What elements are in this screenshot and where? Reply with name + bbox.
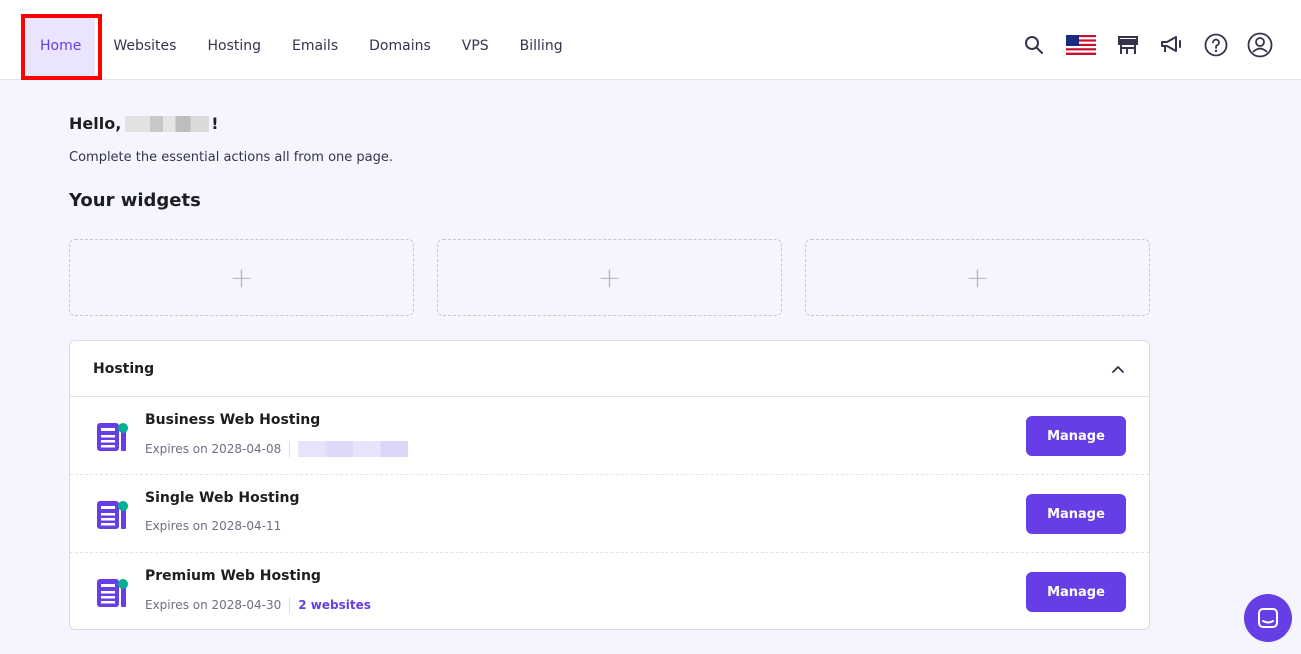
nav-item-emails[interactable]: Emails — [292, 14, 338, 80]
hosting-row: Premium Web Hosting Expires on 2028-04-3… — [70, 553, 1149, 629]
redacted-username — [125, 115, 210, 132]
nav-item-home[interactable]: Home — [26, 14, 96, 80]
add-widget-slot-3[interactable]: + — [805, 239, 1150, 316]
nav-item-hosting[interactable]: Hosting — [207, 14, 261, 80]
top-navigation: Home Websites Hosting Emails Domains VPS… — [0, 0, 1301, 80]
add-widget-slot-1[interactable]: + — [69, 239, 414, 316]
hosting-plan-name: Single Web Hosting — [145, 490, 300, 506]
expiry-date: Expires on 2028-04-30 — [145, 598, 282, 612]
hosting-card-title: Hosting — [93, 360, 155, 377]
hosting-plan-name: Premium Web Hosting — [145, 568, 321, 584]
store-icon[interactable] — [1115, 32, 1141, 58]
manage-button[interactable]: Manage — [1026, 572, 1126, 612]
redacted-domain — [298, 441, 409, 457]
hosting-plan-meta: Expires on 2028-04-30 2 websites — [145, 597, 371, 613]
add-widget-slot-2[interactable]: + — [437, 239, 782, 316]
widgets-title: Your widgets — [69, 190, 201, 211]
nav-item-vps[interactable]: VPS — [462, 14, 489, 80]
page-subtitle: Complete the essential actions all from … — [69, 150, 394, 165]
expiry-date: Expires on 2028-04-11 — [145, 519, 282, 533]
greeting-prefix: Hello, — [69, 114, 122, 133]
chat-icon — [1258, 608, 1278, 628]
hosting-row: Business Web Hosting Expires on 2028-04-… — [70, 397, 1149, 475]
hosting-plan-meta: Expires on 2028-04-11 — [145, 519, 281, 533]
plus-icon: + — [965, 260, 990, 294]
nav-item-websites[interactable]: Websites — [113, 14, 176, 80]
hosting-plan-icon — [97, 423, 128, 451]
megaphone-icon[interactable] — [1159, 32, 1185, 58]
nav-item-domains[interactable]: Domains — [369, 14, 431, 80]
divider — [289, 597, 291, 613]
nav-icon-group — [1003, 32, 1273, 58]
hosting-row: Single Web Hosting Expires on 2028-04-11… — [70, 475, 1149, 553]
greeting-suffix: ! — [211, 114, 219, 133]
chat-support-button[interactable] — [1244, 594, 1292, 642]
manage-button[interactable]: Manage — [1026, 494, 1126, 534]
hosting-card: Hosting Business Web Hosting Expires on … — [69, 340, 1150, 630]
help-icon[interactable] — [1203, 32, 1229, 58]
plus-icon: + — [229, 260, 254, 294]
hosting-card-header[interactable]: Hosting — [70, 341, 1149, 397]
chevron-up-icon[interactable] — [1110, 361, 1126, 377]
search-icon[interactable] — [1021, 32, 1047, 58]
hosting-plan-name: Business Web Hosting — [145, 412, 321, 428]
hosting-plan-meta: Expires on 2028-04-08 — [145, 441, 409, 457]
manage-button[interactable]: Manage — [1026, 416, 1126, 456]
divider — [289, 441, 291, 457]
hosting-plan-icon — [97, 579, 128, 607]
expiry-date: Expires on 2028-04-08 — [145, 442, 282, 456]
nav-item-billing[interactable]: Billing — [520, 14, 563, 80]
hosting-plan-icon — [97, 501, 128, 529]
account-icon[interactable] — [1247, 32, 1273, 58]
greeting: Hello, ! — [69, 114, 219, 133]
websites-count-link[interactable]: 2 websites — [298, 598, 371, 612]
us-flag-icon[interactable] — [1065, 32, 1097, 58]
nav-menu: Home Websites Hosting Emails Domains VPS… — [20, 14, 594, 80]
plus-icon: + — [597, 260, 622, 294]
